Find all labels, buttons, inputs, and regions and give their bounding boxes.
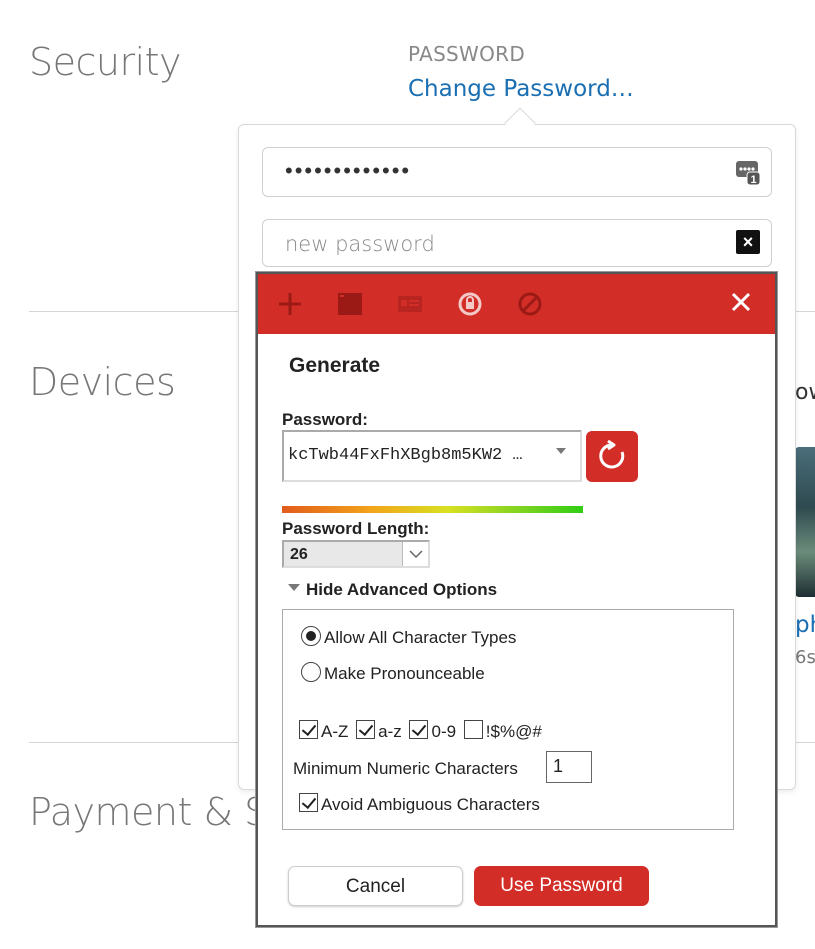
pronounceable-option[interactable]: Make Pronounceable [301, 662, 485, 684]
chevron-down-icon [409, 550, 423, 559]
current-password-mask: ••••••••••••• [285, 158, 412, 183]
password-strength-bar [282, 506, 583, 513]
lowercase-label: a-z [378, 722, 402, 741]
section-title-payment: Payment & Sh [29, 790, 292, 834]
new-password-field[interactable]: new password × [262, 219, 772, 267]
avoid-ambiguous-checkbox[interactable] [299, 793, 318, 812]
section-title-devices: Devices [29, 360, 176, 404]
allow-all-label: Allow All Character Types [324, 628, 517, 647]
generate-heading: Generate [289, 354, 381, 377]
advanced-options-label: Hide Advanced Options [306, 580, 498, 599]
regenerate-button[interactable] [586, 431, 638, 482]
close-icon[interactable] [727, 288, 755, 316]
password-length-select[interactable]: 26 [282, 540, 430, 568]
lastpass-generate-dialog: Generate Password: kcTwb44FxFhXBgb8m5KW2… [256, 272, 777, 927]
cancel-button[interactable]: Cancel [288, 866, 463, 906]
clear-icon[interactable]: × [736, 230, 760, 254]
digits-label: 0-9 [431, 722, 457, 741]
lastpass-toolbar [258, 274, 775, 334]
use-password-button[interactable]: Use Password [474, 866, 649, 906]
card-icon[interactable] [396, 290, 424, 318]
device-partial-link[interactable]: ph [795, 612, 815, 638]
new-password-placeholder: new password [285, 232, 435, 256]
allow-all-types-option[interactable]: Allow All Character Types [301, 626, 516, 648]
min-numeric-label: Minimum Numeric Characters [293, 759, 518, 778]
symbols-checkbox[interactable] [463, 720, 483, 739]
password-label: Password: [282, 410, 368, 429]
password-length-value: 26 [290, 546, 308, 563]
password-length-label: Password Length: [282, 519, 430, 538]
lock-refresh-icon[interactable] [456, 290, 484, 318]
pronounceable-label: Make Pronounceable [324, 664, 485, 683]
plus-icon[interactable] [276, 290, 304, 318]
symbols-label: !$%@# [485, 722, 542, 741]
uppercase-checkbox[interactable] [299, 720, 318, 739]
refresh-icon [599, 439, 625, 469]
device-thumbnail[interactable] [795, 447, 815, 597]
length-dropdown-button[interactable] [402, 542, 428, 566]
triangle-down-icon [288, 584, 300, 591]
min-numeric-input[interactable]: 1 [546, 751, 592, 783]
site-icon[interactable] [336, 290, 364, 318]
key-icon-badge: 1 [750, 174, 756, 186]
avoid-ambiguous-label: Avoid Ambiguous Characters [321, 795, 540, 814]
devices-partial-heading: ow [795, 380, 815, 405]
pronounceable-radio[interactable] [301, 662, 321, 682]
avoid-ambiguous-option[interactable]: Avoid Ambiguous Characters [299, 793, 540, 815]
lowercase-checkbox[interactable] [356, 720, 376, 739]
section-title-security: Security [29, 40, 182, 84]
advanced-options-panel: Allow All Character Types Make Pronounce… [282, 609, 734, 830]
digits-checkbox[interactable] [409, 720, 429, 739]
generated-password-value: kcTwb44FxFhXBgb8m5KW2 … [288, 446, 523, 465]
allow-all-radio[interactable] [301, 626, 321, 646]
password-label: PASSWORD [408, 42, 526, 66]
device-partial-subtitle: 6s [795, 647, 815, 668]
uppercase-label: A-Z [321, 722, 349, 741]
current-password-field[interactable]: ••••••••••••• 1 [262, 147, 772, 197]
generated-password-field[interactable]: kcTwb44FxFhXBgb8m5KW2 … [282, 430, 582, 482]
chevron-down-icon[interactable] [556, 448, 566, 454]
advanced-options-toggle[interactable]: Hide Advanced Options [288, 580, 497, 600]
password-manager-key-icon[interactable]: 1 [735, 158, 761, 186]
change-password-link[interactable]: Change Password… [408, 76, 634, 102]
disable-icon[interactable] [516, 290, 544, 318]
charset-row: A-Z a-z 0-9 !$%@# [299, 720, 542, 742]
